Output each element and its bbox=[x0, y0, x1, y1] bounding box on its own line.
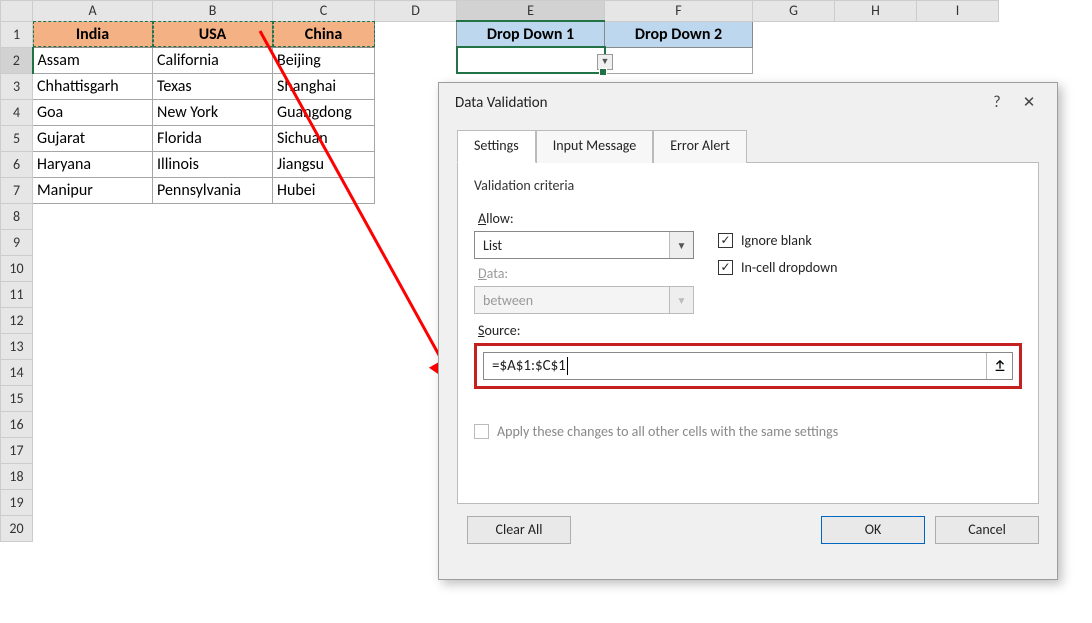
cell-B6[interactable]: Illinois bbox=[153, 151, 273, 177]
cell-H1[interactable] bbox=[835, 21, 917, 47]
col-header-F[interactable]: F bbox=[605, 1, 753, 22]
cell-A4[interactable]: Goa bbox=[33, 99, 153, 125]
cell-D2[interactable] bbox=[375, 47, 457, 73]
col-header-H[interactable]: H bbox=[835, 1, 917, 22]
cell-B5[interactable]: Florida bbox=[153, 125, 273, 151]
cell-G2[interactable] bbox=[753, 47, 835, 73]
row-header-3[interactable]: 3 bbox=[1, 73, 33, 99]
ignore-blank-checkbox[interactable]: ✓ bbox=[718, 233, 733, 248]
validation-criteria-label: Validation criteria bbox=[474, 177, 1022, 194]
data-value: between bbox=[475, 292, 669, 309]
cell-A2[interactable]: Assam bbox=[33, 47, 153, 73]
incell-dropdown-checkbox[interactable]: ✓ bbox=[718, 260, 733, 275]
dialog-tabs: Settings Input Message Error Alert bbox=[457, 130, 1057, 163]
row-header-6[interactable]: 6 bbox=[1, 151, 33, 177]
cell-D1[interactable] bbox=[375, 21, 457, 47]
cell-C4[interactable]: Guangdong bbox=[273, 99, 375, 125]
cell-I1[interactable] bbox=[917, 21, 999, 47]
cell-C5[interactable]: Sichuan bbox=[273, 125, 375, 151]
tab-settings[interactable]: Settings bbox=[457, 130, 536, 163]
cell-C7[interactable]: Hubei bbox=[273, 177, 375, 203]
select-all-corner[interactable] bbox=[1, 1, 33, 22]
clear-all-button[interactable]: Clear All bbox=[467, 516, 571, 544]
cell-C1[interactable]: China bbox=[273, 21, 375, 47]
ok-button[interactable]: OK bbox=[821, 516, 925, 544]
col-header-B[interactable]: B bbox=[153, 1, 273, 22]
cell-B7[interactable]: Pennsylvania bbox=[153, 177, 273, 203]
col-header-I[interactable]: I bbox=[917, 1, 999, 22]
row-header-13[interactable]: 13 bbox=[1, 333, 33, 359]
source-input[interactable]: =$A$1:$C$1 bbox=[483, 352, 1013, 380]
source-highlight-box: =$A$1:$C$1 bbox=[474, 343, 1022, 389]
cell-E2-active[interactable]: ▼ bbox=[457, 47, 605, 73]
close-button[interactable]: ✕ bbox=[1013, 93, 1045, 112]
row-header-10[interactable]: 10 bbox=[1, 255, 33, 281]
cell-A5[interactable]: Gujarat bbox=[33, 125, 153, 151]
row-header-17[interactable]: 17 bbox=[1, 437, 33, 463]
source-label: Source: bbox=[478, 322, 1022, 339]
range-picker-icon[interactable] bbox=[986, 353, 1012, 379]
cell-A3[interactable]: Chhattisgarh bbox=[33, 73, 153, 99]
cell-C6[interactable]: Jiangsu bbox=[273, 151, 375, 177]
dialog-titlebar[interactable]: Data Validation ? ✕ bbox=[439, 83, 1057, 118]
data-label: Data: bbox=[478, 265, 718, 282]
apply-changes-checkbox bbox=[474, 424, 489, 439]
dropdown-handle-icon[interactable]: ▼ bbox=[597, 54, 613, 70]
row-header-8[interactable]: 8 bbox=[1, 203, 33, 229]
incell-dropdown-label: In-cell dropdown bbox=[741, 259, 837, 276]
allow-value: List bbox=[475, 237, 669, 254]
dialog-button-row: Clear All OK Cancel bbox=[439, 504, 1057, 556]
row-header-15[interactable]: 15 bbox=[1, 385, 33, 411]
allow-label: Allow: bbox=[478, 210, 718, 227]
cell-E1[interactable]: Drop Down 1 bbox=[457, 21, 605, 47]
allow-dropdown[interactable]: List ▼ bbox=[474, 231, 694, 259]
cell-H2[interactable] bbox=[835, 47, 917, 73]
cell-A6[interactable]: Haryana bbox=[33, 151, 153, 177]
cell-C3[interactable]: Shanghai bbox=[273, 73, 375, 99]
row-header-19[interactable]: 19 bbox=[1, 489, 33, 515]
cell-A7[interactable]: Manipur bbox=[33, 177, 153, 203]
row-header-4[interactable]: 4 bbox=[1, 99, 33, 125]
col-header-G[interactable]: G bbox=[753, 1, 835, 22]
help-button[interactable]: ? bbox=[981, 93, 1013, 112]
tab-input-message[interactable]: Input Message bbox=[536, 130, 653, 163]
source-value: =$A$1:$C$1 bbox=[484, 357, 986, 375]
row-header-20[interactable]: 20 bbox=[1, 515, 33, 541]
cell-B1[interactable]: USA bbox=[153, 21, 273, 47]
row-header-1[interactable]: 1 bbox=[1, 21, 33, 47]
cell-I2[interactable] bbox=[917, 47, 999, 73]
row-header-18[interactable]: 18 bbox=[1, 463, 33, 489]
row-header-9[interactable]: 9 bbox=[1, 229, 33, 255]
cancel-button[interactable]: Cancel bbox=[935, 516, 1039, 544]
ignore-blank-label: Ignore blank bbox=[741, 232, 812, 249]
tab-error-alert[interactable]: Error Alert bbox=[653, 130, 747, 163]
cell-A1[interactable]: India bbox=[33, 21, 153, 47]
data-dropdown: between ▼ bbox=[474, 286, 694, 314]
row-header-16[interactable]: 16 bbox=[1, 411, 33, 437]
col-header-C[interactable]: C bbox=[273, 1, 375, 22]
col-header-A[interactable]: A bbox=[33, 1, 153, 22]
row-header-12[interactable]: 12 bbox=[1, 307, 33, 333]
cell-B4[interactable]: New York bbox=[153, 99, 273, 125]
row-header-11[interactable]: 11 bbox=[1, 281, 33, 307]
row-header-14[interactable]: 14 bbox=[1, 359, 33, 385]
tab-settings-body: Validation criteria Allow: List ▼ Data: … bbox=[457, 162, 1039, 504]
data-validation-dialog: Data Validation ? ✕ Settings Input Messa… bbox=[438, 82, 1058, 580]
cell-F1[interactable]: Drop Down 2 bbox=[605, 21, 753, 47]
dialog-title-text: Data Validation bbox=[455, 94, 981, 112]
cell-F2[interactable] bbox=[605, 47, 753, 73]
apply-changes-label: Apply these changes to all other cells w… bbox=[497, 423, 838, 440]
cell-B2[interactable]: California bbox=[153, 47, 273, 73]
col-header-D[interactable]: D bbox=[375, 1, 457, 22]
cell-C2[interactable]: Beijing bbox=[273, 47, 375, 73]
cell-G1[interactable] bbox=[753, 21, 835, 47]
row-header-7[interactable]: 7 bbox=[1, 177, 33, 203]
chevron-down-icon: ▼ bbox=[669, 232, 693, 258]
col-header-E[interactable]: E bbox=[457, 1, 605, 22]
row-header-2[interactable]: 2 bbox=[1, 47, 33, 73]
chevron-down-icon: ▼ bbox=[669, 287, 693, 313]
row-header-5[interactable]: 5 bbox=[1, 125, 33, 151]
cell-B3[interactable]: Texas bbox=[153, 73, 273, 99]
